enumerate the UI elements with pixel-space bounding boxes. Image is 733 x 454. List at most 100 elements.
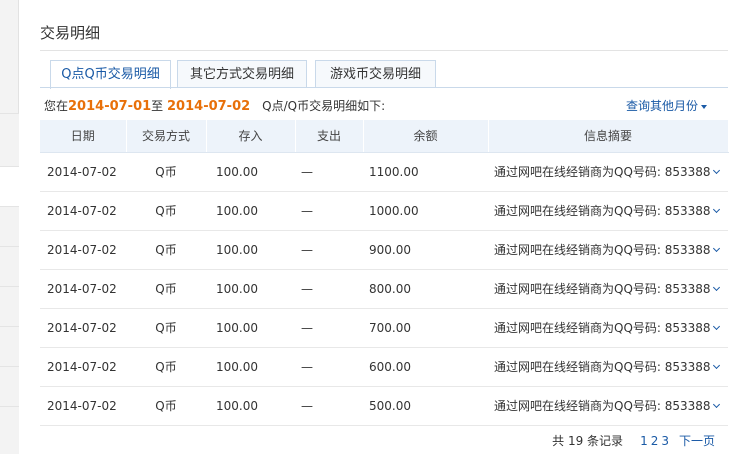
info-text: 通过网吧在线经销商为QQ号码: 853388 [494,243,711,257]
cell-in: 100.00 [206,269,295,309]
cell-mode: Q币 [126,308,206,348]
table-row: 2014-07-02 Q币 100.00 — 800.00 通过网吧在线经销商为… [40,269,728,309]
expand-chevron-icon[interactable] [712,283,720,292]
cell-date: 2014-07-02 [40,152,126,192]
cell-in: 100.00 [206,230,295,270]
left-sidebar [0,0,19,454]
table-header-row: 日期 交易方式 存入 支出 余额 信息摘要 [40,120,729,153]
transaction-table: 日期 交易方式 存入 支出 余额 信息摘要 2014-07-02 Q币 100.… [40,120,729,426]
page-link-1[interactable]: 1 [640,434,648,448]
sidebar-item[interactable] [0,206,19,246]
page-link-3[interactable]: 3 [661,434,669,448]
cell-out: — [295,386,363,426]
table-row: 2014-07-02 Q币 100.00 — 600.00 通过网吧在线经销商为… [40,347,728,387]
table-row: 2014-07-02 Q币 100.00 — 700.00 通过网吧在线经销商为… [40,308,728,348]
cell-date: 2014-07-02 [40,308,126,348]
info-text: 通过网吧在线经销商为QQ号码: 853388 [494,360,711,374]
cell-in: 100.00 [206,152,295,192]
header-mode: 交易方式 [126,120,207,153]
sidebar-item[interactable] [0,286,19,326]
cell-mode: Q币 [126,230,206,270]
cell-date: 2014-07-02 [40,269,126,309]
total-records: 共 19 条记录 [552,434,624,448]
start-date: 2014-07-01 [68,99,152,114]
cell-out: — [295,191,363,231]
tab-game-coin[interactable]: 游戏币交易明细 [315,60,436,88]
expand-chevron-icon[interactable] [712,400,720,409]
cell-date: 2014-07-02 [40,386,126,426]
sidebar-item[interactable] [0,406,19,454]
cell-mode: Q币 [126,191,206,231]
tab-qpoint-qcoin[interactable]: Q点Q币交易明细 [50,60,171,89]
title-divider [40,50,728,51]
info-text: 通过网吧在线经销商为QQ号码: 853388 [494,282,711,296]
next-page-link[interactable]: 下一页 [679,434,715,448]
page-link-2[interactable]: 2 [651,434,659,448]
cell-date: 2014-07-02 [40,347,126,387]
cell-info: 通过网吧在线经销商为QQ号码: 853388 [488,308,728,348]
info-text: 通过网吧在线经销商为QQ号码: 853388 [494,321,711,335]
cell-info: 通过网吧在线经销商为QQ号码: 853388 [488,152,728,192]
tabs-divider [40,87,728,88]
cell-balance: 500.00 [363,386,488,426]
summary-prefix: 您在 [44,99,69,113]
cell-in: 100.00 [206,347,295,387]
sidebar-item[interactable] [0,366,19,406]
end-date: 2014-07-02 [167,99,251,114]
query-other-month-label: 查询其他月份 [625,99,698,113]
table-row: 2014-07-02 Q币 100.00 — 1100.00 通过网吧在线经销商… [40,152,728,192]
cell-balance: 600.00 [363,347,488,387]
cell-out: — [295,230,363,270]
info-text: 通过网吧在线经销商为QQ号码: 853388 [494,204,711,218]
caret-down-icon [701,104,707,109]
cell-in: 100.00 [206,386,295,426]
sidebar-item[interactable] [0,246,19,286]
header-info: 信息摘要 [488,120,729,153]
cell-info: 通过网吧在线经销商为QQ号码: 853388 [488,386,728,426]
cell-out: — [295,347,363,387]
cell-out: — [295,308,363,348]
cell-info: 通过网吧在线经销商为QQ号码: 853388 [488,230,728,270]
pagination: 共 19 条记录 1 2 3 下一页 [552,432,715,449]
tab-other-methods[interactable]: 其它方式交易明细 [177,60,307,88]
expand-chevron-icon[interactable] [712,244,720,253]
cell-date: 2014-07-02 [40,230,126,270]
expand-chevron-icon[interactable] [712,166,720,175]
summary-suffix: Q点/Q币交易明细如下: [262,99,386,113]
info-text: 通过网吧在线经销商为QQ号码: 853388 [494,165,711,179]
expand-chevron-icon[interactable] [712,205,720,214]
table-row: 2014-07-02 Q币 100.00 — 900.00 通过网吧在线经销商为… [40,230,728,270]
cell-balance: 900.00 [363,230,488,270]
cell-info: 通过网吧在线经销商为QQ号码: 853388 [488,269,728,309]
table-row: 2014-07-02 Q币 100.00 — 500.00 通过网吧在线经销商为… [40,386,728,426]
expand-chevron-icon[interactable] [712,322,720,331]
query-other-month-link[interactable]: 查询其他月份 [626,97,707,114]
cell-info: 通过网吧在线经销商为QQ号码: 853388 [488,347,728,387]
table-row: 2014-07-02 Q币 100.00 — 1000.00 通过网吧在线经销商… [40,191,728,231]
cell-in: 100.00 [206,308,295,348]
header-out: 支出 [295,120,364,153]
cell-balance: 1000.00 [363,191,488,231]
header-balance: 余额 [363,120,489,153]
summary-to: 至 [151,99,164,113]
cell-mode: Q币 [126,269,206,309]
cell-out: — [295,269,363,309]
cell-balance: 700.00 [363,308,488,348]
header-in: 存入 [206,120,296,153]
sidebar-item-active[interactable] [0,166,19,206]
expand-chevron-icon[interactable] [712,361,720,370]
cell-date: 2014-07-02 [40,191,126,231]
info-text: 通过网吧在线经销商为QQ号码: 853388 [494,399,711,413]
date-range-summary: 您在2014-07-01至 2014-07-02 Q点/Q币交易明细如下: [44,97,385,114]
header-date: 日期 [40,120,127,153]
cell-out: — [295,152,363,192]
page-title: 交易明细 [40,24,101,42]
cell-mode: Q币 [126,347,206,387]
sidebar-item[interactable] [0,326,19,366]
cell-balance: 1100.00 [363,152,488,192]
cell-mode: Q币 [126,386,206,426]
cell-info: 通过网吧在线经销商为QQ号码: 853388 [488,191,728,231]
sidebar-item[interactable] [0,113,19,166]
cell-in: 100.00 [206,191,295,231]
cell-balance: 800.00 [363,269,488,309]
